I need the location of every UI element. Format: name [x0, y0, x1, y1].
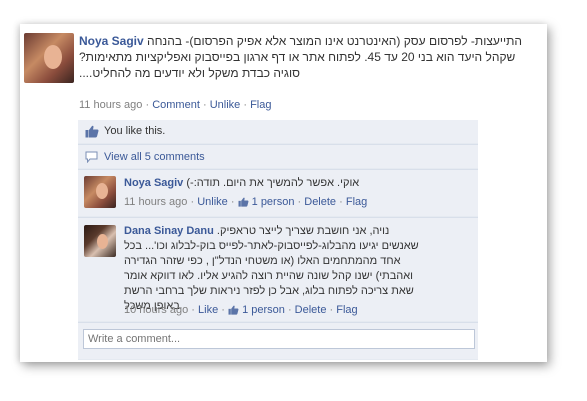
comment-author-name[interactable]: Dana Sinay Danu [124, 225, 214, 237]
comment-item: Dana Sinay Danu נויה, אני חושבת שצריך לי… [78, 217, 478, 322]
post-text: התייעצות- לפרסום עסק (האינטרנט אינו המוצ… [79, 34, 522, 80]
likes-summary: You like this. [78, 120, 478, 144]
view-all-comments-row[interactable]: View all 5 comments [78, 144, 478, 169]
comment-likes-count[interactable]: 1 person [252, 196, 295, 208]
comment-meta: 10 hours ago · Like · 1 person · Delete … [124, 304, 358, 318]
comment-body: Dana Sinay Danu נויה, אני חושבת שצריך לי… [124, 224, 424, 314]
post-time[interactable]: 11 hours ago [79, 99, 142, 111]
comment-delete-link[interactable]: Delete [304, 196, 336, 208]
post-body: Noya Sagiv התייעצות- לפרסום עסק (האינטרנ… [79, 33, 524, 81]
comment-flag-link[interactable]: Flag [346, 196, 367, 208]
comment-text: נויה, אני חושבת שצריך לייצר טראפיק. שאנש… [124, 225, 419, 312]
comment-item: Noya Sagiv אוקי. אפשר להמשיך את היום. תו… [78, 169, 478, 217]
write-comment-input[interactable] [83, 329, 475, 349]
likes-text: You like this. [104, 125, 166, 137]
comment-flag-link[interactable]: Flag [336, 304, 357, 316]
post-author-name[interactable]: Noya Sagiv [79, 34, 144, 48]
comment-text: אוקי. אפשר להמשיך את היום. תודה:-) [186, 177, 360, 189]
comment-body: Noya Sagiv אוקי. אפשר להמשיך את היום. תו… [124, 176, 469, 190]
thumbs-up-icon [228, 305, 239, 318]
view-all-comments-link[interactable]: View all 5 comments [104, 151, 205, 163]
comment-time[interactable]: 10 hours ago [124, 304, 188, 316]
flag-link[interactable]: Flag [250, 99, 271, 111]
comment-bubble-icon [85, 151, 98, 166]
unlike-link[interactable]: Unlike [210, 99, 241, 111]
comment-like-link[interactable]: Like [198, 304, 218, 316]
facebook-post-card: Noya Sagiv התייעצות- לפרסום עסק (האינטרנ… [20, 24, 547, 362]
thumbs-up-icon [85, 125, 99, 141]
comment-author-avatar[interactable] [84, 176, 116, 208]
comment-author-name[interactable]: Noya Sagiv [124, 177, 183, 189]
thumbs-up-icon [238, 197, 249, 210]
comment-unlike-link[interactable]: Unlike [197, 196, 228, 208]
comment-time[interactable]: 11 hours ago [124, 196, 187, 208]
comment-meta: 11 hours ago · Unlike · 1 person · Delet… [124, 196, 368, 210]
post-meta: 11 hours ago · Comment · Unlike · Flag [79, 99, 272, 111]
feedback-area: You like this. View all 5 comments Noya … [78, 120, 478, 360]
comment-delete-link[interactable]: Delete [295, 304, 327, 316]
comment-likes-count[interactable]: 1 person [242, 304, 285, 316]
comment-link[interactable]: Comment [152, 99, 200, 111]
write-comment-row [78, 322, 478, 360]
comment-author-avatar[interactable] [84, 225, 116, 257]
post-author-avatar[interactable] [24, 33, 74, 83]
